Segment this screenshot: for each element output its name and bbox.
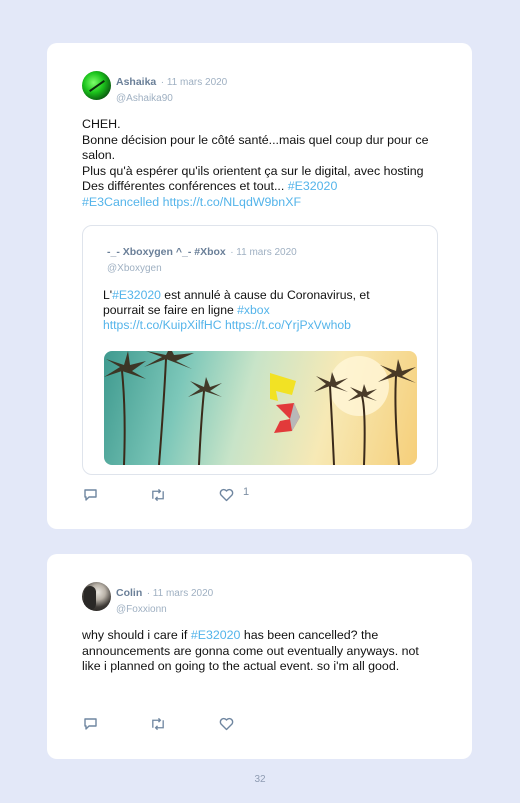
tweet-card: Colin · 11 mars 2020 @Foxxionn why shoul… xyxy=(47,554,472,759)
author-block: Ashaika · 11 mars 2020 @Ashaika90 xyxy=(116,72,227,104)
like-icon[interactable] xyxy=(219,487,235,503)
tweet-line: Bonne décision pour le côté santé...mais… xyxy=(82,132,429,163)
url-link[interactable]: https://t.co/YrjPxVwhob xyxy=(225,318,351,332)
author-name[interactable]: Ashaika xyxy=(116,76,156,88)
like-count: 1 xyxy=(243,486,250,498)
tweet-line: #E3Cancelled https://t.co/NLqdW9bnXF xyxy=(82,195,442,211)
retweet-icon[interactable] xyxy=(150,487,166,503)
author-name[interactable]: Colin xyxy=(116,587,142,599)
author-handle[interactable]: @Foxxionn xyxy=(116,604,213,615)
hashtag-link[interactable]: #E32020 xyxy=(191,628,241,642)
page-number: 32 xyxy=(254,774,266,785)
url-link[interactable]: https://t.co/KuipXilfHC xyxy=(103,318,222,332)
reply-icon[interactable] xyxy=(83,487,99,503)
tweet-line-text: Plus qu'à espérer qu'ils orientent ça su… xyxy=(82,163,424,194)
like-icon[interactable] xyxy=(219,716,235,732)
quoted-text: L'#E32020 est annulé à cause du Coronavi… xyxy=(103,288,413,333)
quoted-header: -_- Xboxygen ^_- #Xbox · 11 mars 2020 @X… xyxy=(107,242,297,274)
hashtag-link[interactable]: #xbox xyxy=(237,303,270,317)
hashtag-link[interactable]: #E32020 xyxy=(112,288,161,302)
tweet-card: Ashaika · 11 mars 2020 @Ashaika90 CHEH. … xyxy=(47,43,472,529)
tweet-line: Plus qu'à espérer qu'ils orientent ça su… xyxy=(82,164,442,195)
quoted-tweet[interactable]: -_- Xboxygen ^_- #Xbox · 11 mars 2020 @X… xyxy=(82,225,438,475)
reply-icon[interactable] xyxy=(83,716,99,732)
hashtag-link[interactable]: #E3Cancelled xyxy=(82,195,159,209)
tweet-text: CHEH. Bonne décision pour le côté santé.… xyxy=(82,117,442,210)
retweet-icon[interactable] xyxy=(150,716,166,732)
author-handle[interactable]: @Ashaika90 xyxy=(116,93,227,104)
quoted-text-part: L' xyxy=(103,288,113,302)
tweet-text: why should i care if #E32020 has been ca… xyxy=(82,628,427,675)
quoted-author-name[interactable]: -_- Xboxygen ^_- #Xbox xyxy=(107,246,226,258)
avatar[interactable] xyxy=(82,71,111,100)
quoted-media-image[interactable] xyxy=(104,351,417,465)
author-block: Colin · 11 mars 2020 @Foxxionn xyxy=(116,583,213,615)
hashtag-link[interactable]: #E32020 xyxy=(288,179,338,193)
palm-trees-e3-image xyxy=(104,351,416,465)
quoted-date[interactable]: · 11 mars 2020 xyxy=(230,247,297,258)
tweet-text-part: why should i care if xyxy=(82,628,191,642)
avatar[interactable] xyxy=(82,582,111,611)
url-link[interactable]: https://t.co/NLqdW9bnXF xyxy=(163,195,301,209)
tweet-line: CHEH. xyxy=(82,117,121,131)
tweet-date[interactable]: · 11 mars 2020 xyxy=(147,588,214,599)
tweet-date[interactable]: · 11 mars 2020 xyxy=(161,77,228,88)
quoted-handle[interactable]: @Xboxygen xyxy=(107,263,297,274)
